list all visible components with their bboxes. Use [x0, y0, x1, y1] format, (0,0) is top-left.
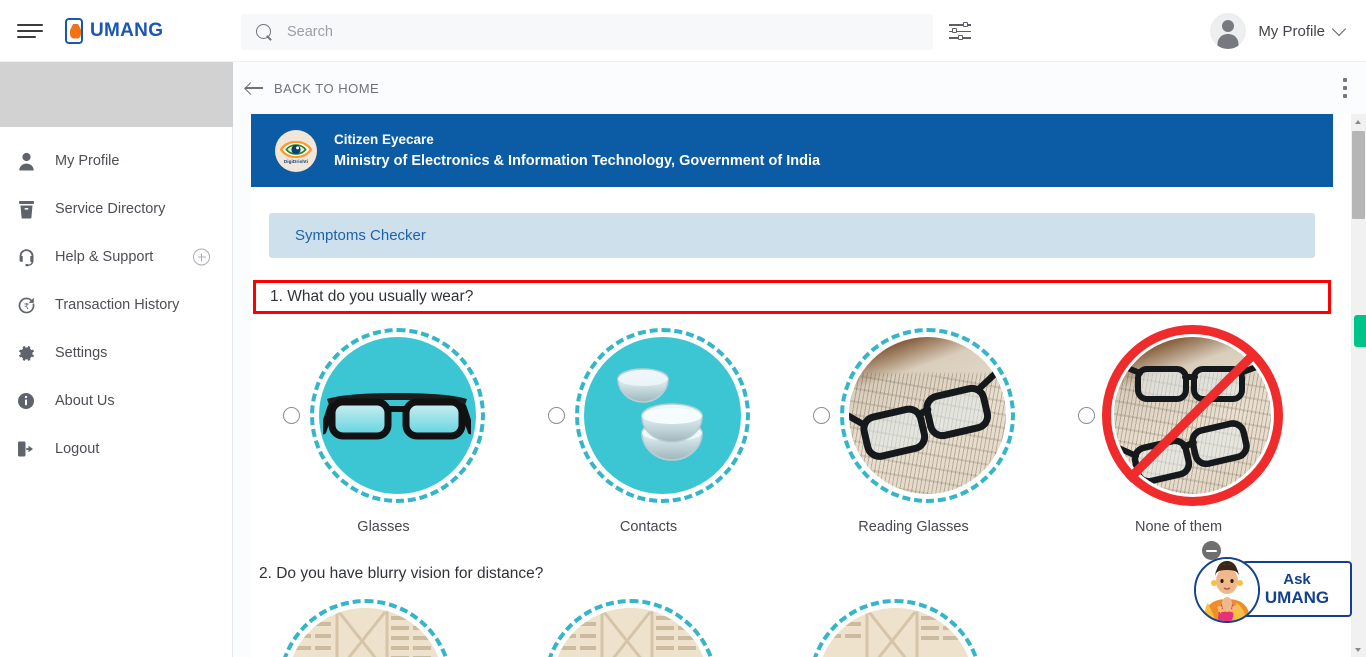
sidebar-nav: My Profile Service Directory Help & Supp… [0, 127, 232, 473]
service-subtitle: Ministry of Electronics & Information Te… [334, 152, 821, 169]
eye-chart-image [287, 608, 444, 657]
radio-contacts[interactable] [547, 407, 565, 424]
digidrishti-eye-logo-icon: DigiDrishti [275, 129, 317, 172]
umang-brand[interactable]: UMANG [65, 17, 164, 44]
thumbnail-reading-glasses[interactable] [839, 328, 1015, 503]
thumbnail-glasses[interactable] [309, 328, 485, 503]
feedback-tab[interactable] [1354, 315, 1366, 347]
service-banner: DigiDrishti Citizen Eyecare Ministry of … [251, 114, 1333, 187]
scroll-down-arrow-icon[interactable] [1351, 642, 1366, 657]
service-title: Citizen Eyecare [334, 131, 434, 147]
profile-menu[interactable]: My Profile [1210, 13, 1347, 49]
ask-umang-widget[interactable]: Ask UMANG [1194, 541, 1356, 623]
thumbnail-eye-chart-2[interactable] [543, 599, 718, 657]
user-avatar-icon [1210, 13, 1247, 49]
question-1-highlight: 1. What do you usually wear? [253, 280, 1331, 314]
sidebar-item-logout[interactable]: Logout [0, 425, 232, 473]
question-2-options [251, 599, 1333, 657]
service-banner-text: Citizen Eyecare Ministry of Electronics … [334, 130, 820, 172]
ask-umang-line1: Ask [1283, 571, 1311, 588]
sidebar-item-label: Help & Support [55, 249, 154, 265]
directory-box-icon [14, 197, 38, 221]
gear-icon [14, 341, 38, 365]
service-scroll-panel: DigiDrishti Citizen Eyecare Ministry of … [251, 114, 1351, 657]
sidebar-item-label: Service Directory [55, 201, 166, 217]
user-icon [14, 149, 38, 173]
support-icon [14, 245, 38, 269]
sidebar: My Profile Service Directory Help & Supp… [0, 62, 233, 657]
radio-glasses[interactable] [282, 407, 300, 424]
namaste-assistant-avatar-icon [1194, 557, 1260, 623]
sidebar-item-label: My Profile [55, 153, 120, 169]
sidebar-item-service-directory[interactable]: Service Directory [0, 185, 232, 233]
sidebar-item-label: Settings [55, 345, 108, 361]
sidebar-item-my-profile[interactable]: My Profile [0, 137, 232, 185]
expand-plus-icon[interactable] [193, 248, 210, 266]
option-none-of-them[interactable]: None of them [1046, 325, 1311, 535]
umang-phone-touch-logo-icon [65, 17, 83, 44]
scroll-up-arrow-icon[interactable] [1351, 114, 1366, 129]
symptoms-checker-header: Symptoms Checker [269, 213, 1315, 258]
chevron-down-icon [1331, 21, 1347, 37]
sidebar-item-label: About Us [55, 393, 115, 409]
sidebar-item-help-support[interactable]: Help & Support [0, 233, 232, 281]
back-to-home-label: BACK TO HOME [274, 80, 380, 96]
option-contacts[interactable]: Contacts [516, 328, 781, 535]
eye-chart-image [552, 608, 709, 657]
logout-icon [14, 437, 38, 461]
contacts-image [583, 337, 741, 494]
transaction-history-icon: ₹ [14, 293, 38, 317]
question-2-block: 2. Do you have blurry vision for distanc… [251, 565, 1333, 657]
search-icon [256, 23, 273, 41]
breadcrumb-bar: BACK TO HOME [233, 62, 1366, 114]
sidebar-item-transaction-history[interactable]: ₹ Transaction History [0, 281, 232, 329]
option-label: None of them [1134, 519, 1223, 535]
sidebar-item-label: Transaction History [55, 297, 180, 313]
radio-none-of-them[interactable] [1077, 407, 1095, 424]
question-1-block: 1. What do you usually wear? Glasses Con… [251, 280, 1333, 535]
option-glasses[interactable]: Glasses [251, 328, 516, 535]
radio-reading-glasses[interactable] [812, 407, 830, 424]
arrow-left-icon [245, 81, 264, 95]
minimize-icon[interactable] [1202, 541, 1221, 560]
top-header: UMANG My Profile [0, 0, 1366, 62]
question-2-text: 2. Do you have blurry vision for distanc… [259, 565, 544, 582]
digidrishti-logo-text: DigiDrishti [283, 158, 309, 164]
info-icon [14, 389, 38, 413]
sidebar-item-label: Logout [55, 441, 100, 457]
option-label: Glasses [357, 519, 410, 535]
service-content: DigiDrishti Citizen Eyecare Ministry of … [251, 114, 1333, 657]
hamburger-menu-icon[interactable] [17, 21, 43, 41]
thumbnail-contacts[interactable] [574, 328, 750, 503]
eye-chart-image [817, 608, 974, 657]
brand-label: UMANG [90, 19, 164, 41]
sidebar-item-settings[interactable]: Settings [0, 329, 232, 377]
filter-sliders-icon[interactable] [949, 21, 971, 41]
ask-umang-line2: UMANG [1264, 588, 1330, 607]
question-1-text: 1. What do you usually wear? [270, 288, 474, 305]
option-label: Reading Glasses [858, 519, 969, 535]
sidebar-banner-placeholder [0, 62, 233, 127]
svg-text:₹: ₹ [23, 302, 28, 311]
option-label: Contacts [619, 519, 678, 535]
back-to-home-link[interactable]: BACK TO HOME [245, 81, 379, 96]
symptoms-checker-label: Symptoms Checker [295, 227, 426, 244]
page-root: UMANG My Profile My Profile [0, 0, 1366, 657]
search-input[interactable] [287, 24, 887, 40]
reading-glasses-image [848, 337, 1006, 494]
thumbnail-none-of-them[interactable] [1101, 325, 1283, 506]
thumbnail-eye-chart-3[interactable] [808, 599, 983, 657]
sidebar-item-about-us[interactable]: About Us [0, 377, 232, 425]
thumbnail-eye-chart-1[interactable] [278, 599, 453, 657]
option-reading-glasses[interactable]: Reading Glasses [781, 328, 1046, 535]
scrollbar-thumb[interactable] [1352, 131, 1365, 219]
question-1-options: Glasses Contacts Reading Glasses None of… [251, 325, 1333, 535]
more-vertical-icon[interactable] [1343, 78, 1347, 98]
profile-label: My Profile [1258, 22, 1325, 40]
glasses-image [318, 337, 476, 494]
search-bar[interactable] [241, 14, 933, 50]
